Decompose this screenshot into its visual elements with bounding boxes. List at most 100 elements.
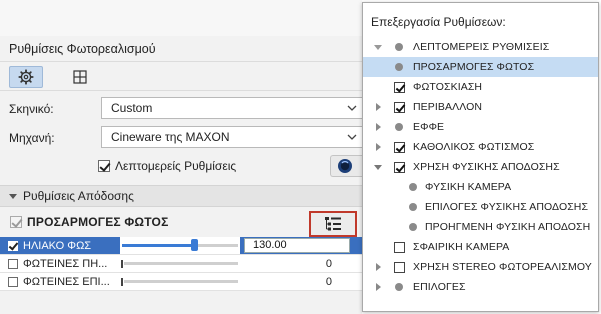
tree-item-checkbox[interactable] [393,237,405,257]
tree-item[interactable]: ΣΦΑΙΡΙΚΗ ΚΑΜΕΡΑ [363,237,598,257]
photorendering-settings-dialog: Ρυθμίσεις Φωτορεαλισμού Σκηνικό: Custom … [0,0,362,314]
tree-item[interactable]: ΕΠΙΛΟΓΕΣ [363,277,598,297]
detail-settings-checkbox[interactable] [98,160,110,172]
expand-arrow-icon[interactable] [373,257,383,277]
title-divider [0,61,362,62]
edit-settings-tree-button[interactable] [309,211,357,237]
grid-view-icon [73,70,87,84]
param-value[interactable]: 0 [244,276,332,288]
engine-label: Μηχανή: [9,131,55,145]
list-item-light-sources[interactable]: ΦΩΤΕΙΝΕΣ ΠΗ... 0 [0,255,362,272]
collapse-triangle-icon [9,193,17,199]
light-adjustments-header: ΠΡΟΣΑΡΜΟΓΕΣ ΦΩΤΟΣ [0,209,362,235]
tree-item-label: ΦΩΤΟΣΚΙΑΣΗ [413,81,483,93]
engine-info-button[interactable] [330,155,362,177]
light-adjustments-title: ΠΡΟΣΑΡΜΟΓΕΣ ΦΩΤΟΣ [27,215,169,229]
tree-item[interactable]: ΠΡΟΣΑΡΜΟΓΕΣ ΦΩΤΟΣ [363,57,598,77]
tree-item-label: ΚΑΘΟΛΙΚΟΣ ΦΩΤΙΣΜΟΣ [413,141,535,153]
bullet-dot-icon [407,217,419,237]
tree-item-checkbox[interactable] [393,97,405,117]
bullet-dot-icon [393,57,405,77]
tab-size[interactable] [63,66,97,88]
dialog-title: Ρυθμίσεις Φωτορεαλισμού [9,42,156,56]
param-value[interactable]: 0 [244,258,332,270]
expand-arrow-icon[interactable] [373,137,383,157]
render-settings-section[interactable]: Ρυθμίσεις Απόδοσης [0,185,362,207]
slider-thumb[interactable] [121,260,123,268]
expand-arrow-icon[interactable] [373,277,383,297]
engine-select-value: Cineware της MAXON [111,130,230,144]
tree-item-label: ΠΕΡΙΒΑΛΛΟΝ [413,101,483,113]
bullet-dot-icon [393,37,405,57]
tree-item-label: ΕΠΙΛΟΓΕΣ ΦΥΣΙΚΗΣ ΑΠΟΔΟΣΗΣ [425,201,589,213]
bullet-dot-icon [407,197,419,217]
tree-item[interactable]: ΕΦΦΕ [363,117,598,137]
tree-item[interactable]: ΠΡΟΗΓΜΕΝΗ ΦΥΣΙΚΗ ΑΠΟΔΟΣΗ [363,217,598,237]
list-item-sun-light[interactable]: ΗΛΙΑΚΟ ΦΩΣ 130.00 [0,237,362,254]
tree-item-checkbox[interactable] [393,157,405,177]
toolbar-divider [0,90,362,91]
param-name: ΗΛΙΑΚΟ ΦΩΣ [23,239,92,252]
chevron-down-icon [347,105,357,111]
tree-item-label: ΧΡΗΣΗ ΦΥΣΙΚΗΣ ΑΠΟΔΟΣΗΣ [413,161,560,173]
tree-item[interactable]: ΛΕΠΤΟΜΕΡΕΙΣ ΡΥΘΜΙΣΕΙΣ [363,37,598,57]
tree-item[interactable]: ΦΥΣΙΚΗ ΚΑΜΕΡΑ [363,177,598,197]
bullet-dot-icon [393,117,405,137]
param-slider[interactable] [120,273,240,290]
scene-label: Σκηνικό: [9,102,54,116]
tree-item[interactable]: ΦΩΤΟΣΚΙΑΣΗ [363,77,598,97]
slider-thumb[interactable] [190,239,198,251]
scene-select[interactable]: Custom [101,97,362,119]
tree-list-icon [325,217,341,231]
tree-item-label: ΠΡΟΗΓΜΕΝΗ ΦΥΣΙΚΗ ΑΠΟΔΟΣΗ [425,221,591,233]
list-item-light-surfaces[interactable]: ΦΩΤΕΙΝΕΣ ΕΠΙ... 0 [0,273,362,290]
scene-select-value: Custom [111,101,153,115]
expand-arrow-icon[interactable] [373,117,383,137]
slider-thumb[interactable] [121,278,123,286]
sun-light-value-input[interactable]: 130.00 [244,238,350,253]
light-adjustments-checkbox[interactable] [10,216,22,228]
tree-item-label: ΣΦΑΙΡΙΚΗ ΚΑΜΕΡΑ [413,241,510,253]
window-frame [0,0,362,36]
tree-item-label: ΕΠΙΛΟΓΕΣ [413,281,466,293]
tree-item-checkbox[interactable] [393,77,405,97]
tree-item-label: ΕΦΦΕ [413,121,445,133]
tree-item-checkbox[interactable] [393,257,405,277]
param-checkbox[interactable] [8,276,18,287]
detail-settings-row: Λεπτομερείς Ρυθμίσεις [98,159,236,173]
param-name: ΦΩΤΕΙΝΕΣ ΕΠΙ... [23,275,110,288]
collapse-arrow-icon[interactable] [373,37,383,57]
detail-settings-label: Λεπτομερείς Ρυθμίσεις [115,159,237,173]
edit-settings-popup: Επεξεργασία Ρυθμίσεων: ΛΕΠΤΟΜΕΡΕΙΣ ΡΥΘΜΙ… [362,2,599,312]
tab-settings[interactable] [9,66,43,88]
bullet-dot-icon [407,177,419,197]
param-checkbox[interactable] [8,258,18,269]
tree-item-label: ΦΥΣΙΚΗ ΚΑΜΕΡΑ [425,181,512,193]
tree-item[interactable]: ΧΡΗΣΗ STEREO ΦΩΤΟΡΕΑΛΙΣΜΟΥ [363,257,598,277]
sun-light-checkbox[interactable] [8,240,18,251]
param-name: ΦΩΤΕΙΝΕΣ ΠΗ... [23,257,108,270]
cinema4d-logo-icon [338,159,352,173]
tree-item-label: ΛΕΠΤΟΜΕΡΕΙΣ ΡΥΘΜΙΣΕΙΣ [413,41,550,53]
param-slider[interactable] [120,255,240,272]
tree-item[interactable]: ΧΡΗΣΗ ΦΥΣΙΚΗΣ ΑΠΟΔΟΣΗΣ [363,157,598,177]
tree-item[interactable]: ΕΠΙΛΟΓΕΣ ΦΥΣΙΚΗΣ ΑΠΟΔΟΣΗΣ [363,197,598,217]
expand-arrow-icon[interactable] [373,97,383,117]
tree-item[interactable]: ΚΑΘΟΛΙΚΟΣ ΦΩΤΙΣΜΟΣ [363,137,598,157]
tree-item-checkbox[interactable] [393,137,405,157]
tree-item-label: ΧΡΗΣΗ STEREO ΦΩΤΟΡΕΑΛΙΣΜΟΥ [413,261,592,273]
tree-item-label: ΠΡΟΣΑΡΜΟΓΕΣ ΦΩΤΟΣ [413,61,535,73]
tree-item[interactable]: ΠΕΡΙΒΑΛΛΟΝ [363,97,598,117]
section-title: Ρυθμίσεις Απόδοσης [23,189,134,203]
collapse-arrow-icon[interactable] [373,157,383,177]
sun-light-slider[interactable] [120,237,240,254]
engine-select[interactable]: Cineware της MAXON [101,126,362,148]
chevron-down-icon [347,134,357,140]
dialog-bottom [0,291,362,314]
